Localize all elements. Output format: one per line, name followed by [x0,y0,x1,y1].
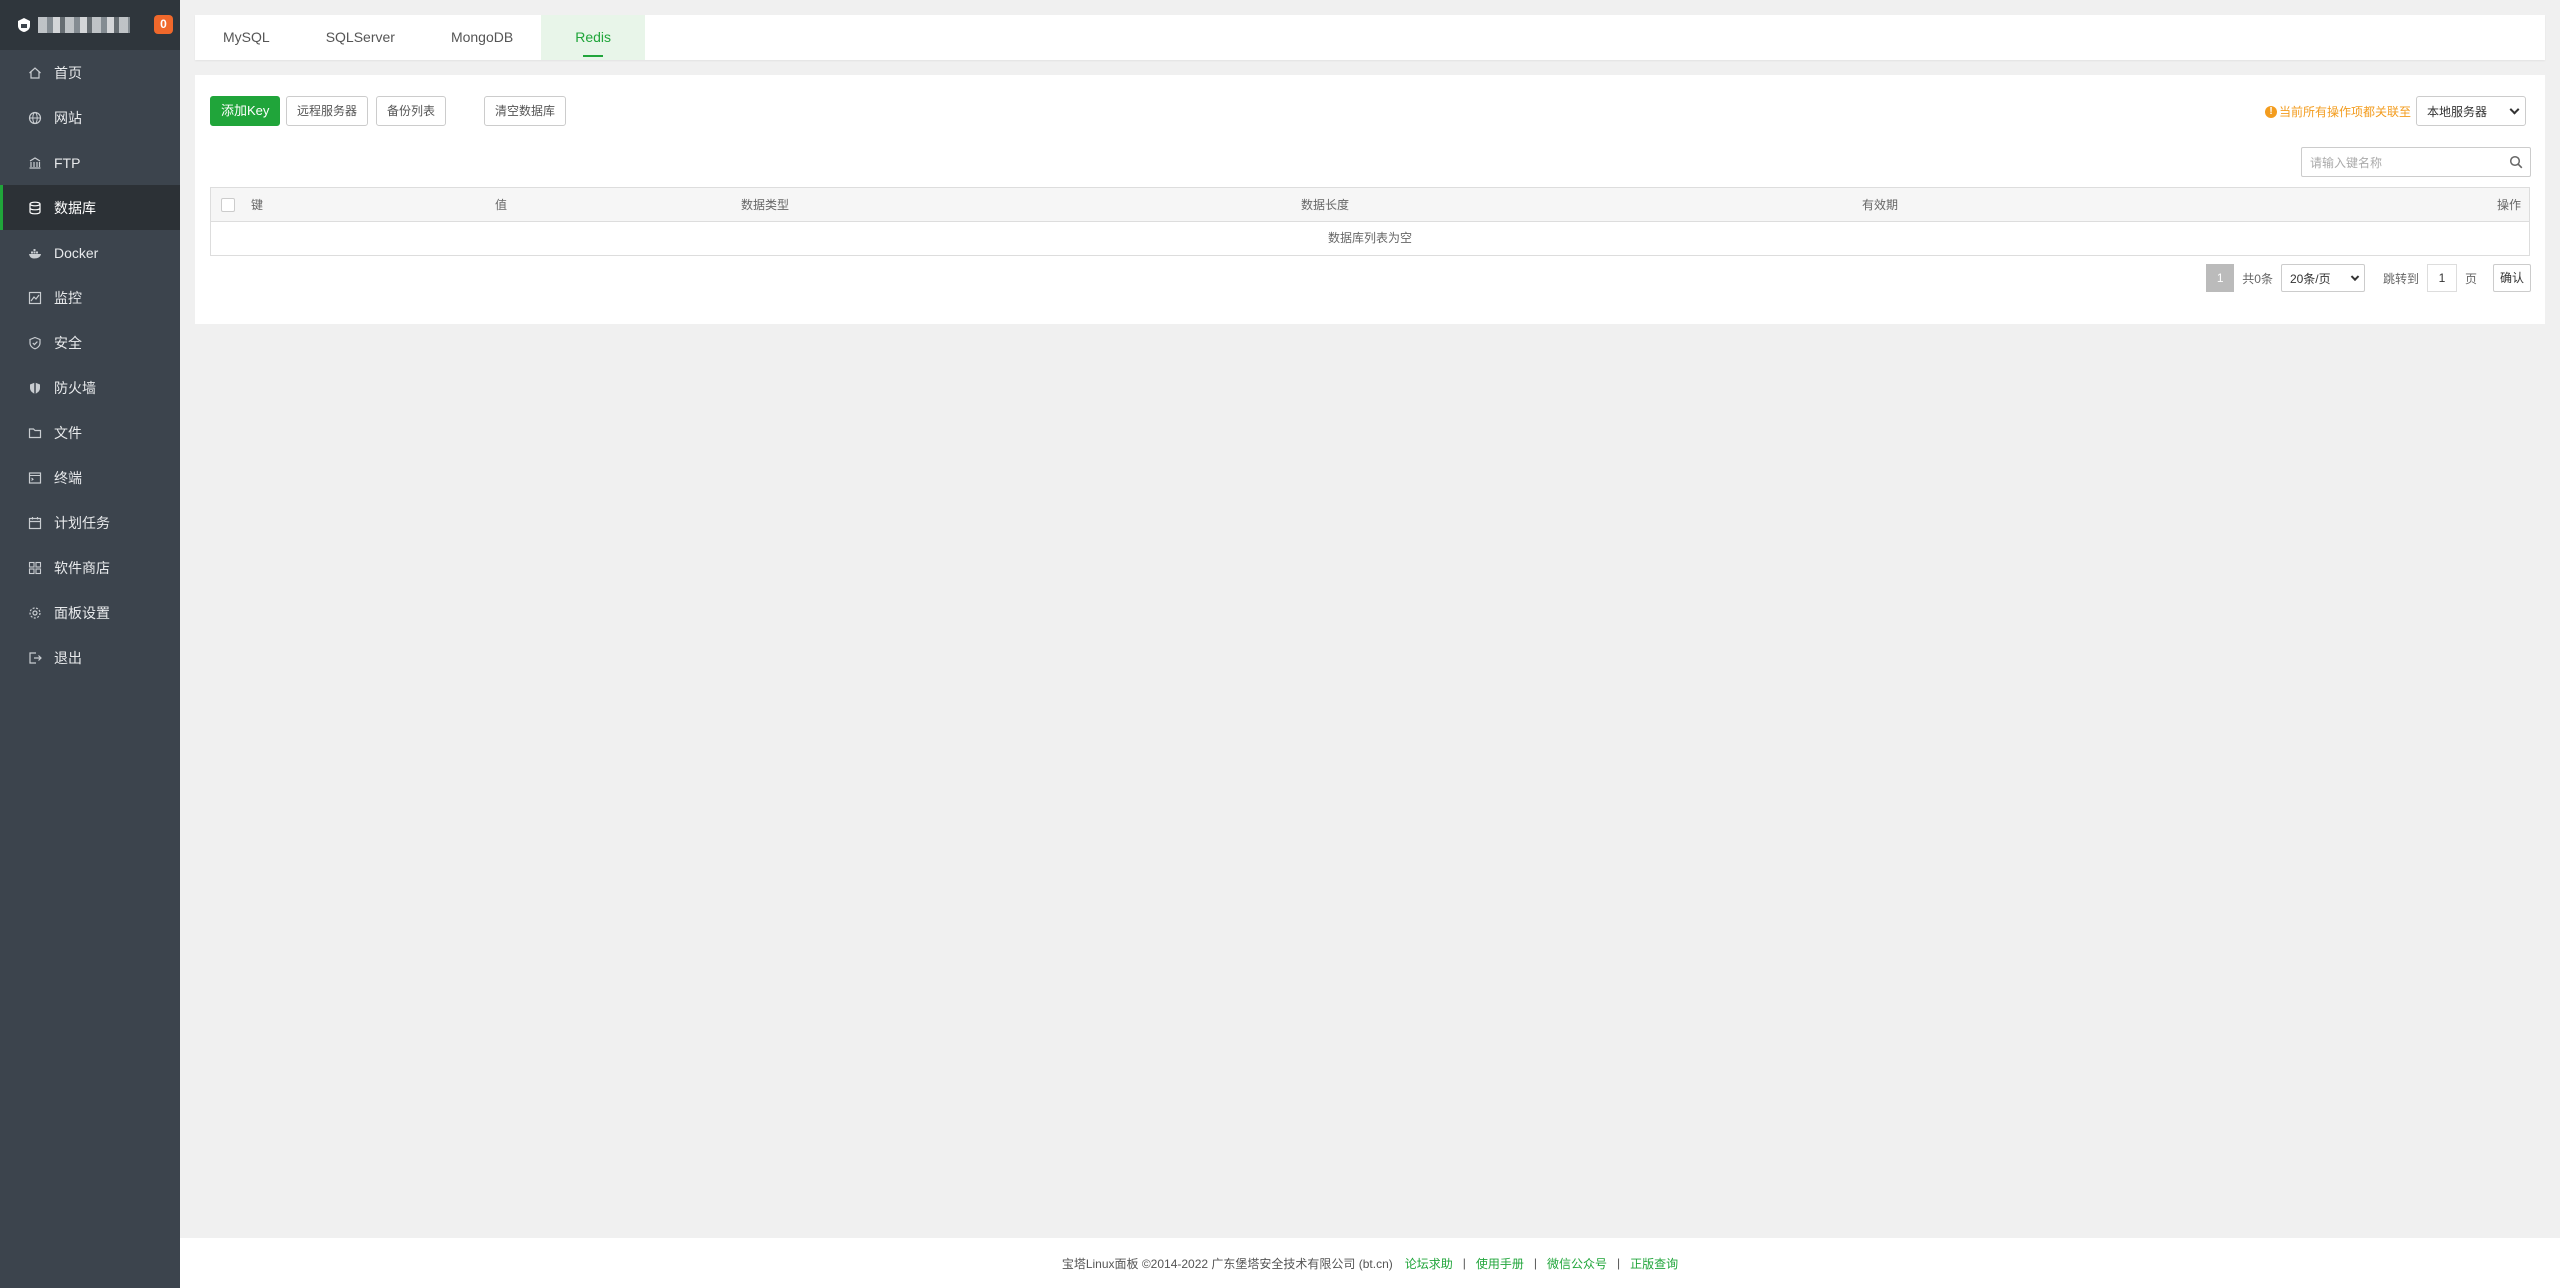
sidebar-item-label: 防火墙 [54,379,96,396]
add-key-button[interactable]: 添加Key [210,96,281,126]
per-page-value: 20条/页 [2289,271,2331,286]
sidebar-menu: 首页 网站 FTP 数据库 Docker 监控 安全 防火墙 文件 终端 计划任… [0,50,180,680]
home-icon [28,66,42,80]
column-ttl: 有效期 [1862,198,1899,212]
verify-link[interactable]: 正版查询 [1630,1255,1678,1272]
globe-icon [28,111,42,125]
sidebar-item-monitor[interactable]: 监控 [0,275,180,320]
forum-link[interactable]: 论坛求助 [1405,1255,1453,1272]
sidebar-item-label: 网站 [54,109,82,126]
divider: | [1617,1256,1621,1270]
sidebar: 0 首页 网站 FTP 数据库 Docker 监控 安全 防火墙 文件 终端 计… [0,0,180,1288]
per-page-select[interactable]: 20条/页 [2280,264,2365,292]
search-icon[interactable] [2509,155,2523,169]
sidebar-item-firewall[interactable]: 防火墙 [0,365,180,410]
sidebar-item-home[interactable]: 首页 [0,50,180,95]
sidebar-item-label: 计划任务 [54,514,110,531]
firewall-icon [28,381,42,395]
jump-confirm-button[interactable]: 确认 [2492,264,2531,292]
current-page[interactable]: 1 [2206,264,2235,292]
divider: | [1533,1256,1538,1270]
sidebar-item-label: 终端 [54,469,82,486]
docker-icon [28,246,42,260]
total-count: 共0条 [2242,271,2273,286]
terminal-icon [28,471,42,485]
sidebar-item-label: 监控 [54,289,82,306]
sidebar-item-files[interactable]: 文件 [0,410,180,455]
redis-panel: 添加Key 远程服务器 备份列表 清空数据库 ! 当前所有操作项都关联至 本地服… [195,75,2545,324]
sidebar-item-database[interactable]: 数据库 [0,185,180,230]
warning-text: 当前所有操作项都关联至 [2278,105,2411,119]
sidebar-header: 0 [0,0,180,50]
table-header: 键 值 数据类型 数据长度 有效期 操作 [211,188,2529,222]
page-unit: 页 [2464,271,2477,286]
chevron-down-icon [2350,272,2360,282]
logout-icon [28,651,42,665]
column-length: 数据长度 [1301,198,1350,212]
chevron-down-icon [2509,104,2520,115]
tab-sqlserver[interactable]: SQLServer [298,15,423,60]
sidebar-item-security[interactable]: 安全 [0,320,180,365]
info-icon: ! [2264,105,2277,118]
sidebar-item-label: 安全 [54,334,82,351]
server-warning: ! 当前所有操作项都关联至 [2264,103,2411,120]
sidebar-item-website[interactable]: 网站 [0,95,180,140]
server-select[interactable]: 本地服务器 [2416,96,2526,126]
wechat-link[interactable]: 微信公众号 [1547,1255,1607,1272]
tab-mongodb[interactable]: MongoDB [423,15,541,60]
sidebar-item-ftp[interactable]: FTP [0,140,180,185]
column-action: 操作 [2496,198,2521,212]
sidebar-item-label: Docker [54,244,99,261]
manual-link[interactable]: 使用手册 [1476,1255,1524,1272]
sidebar-item-label: 数据库 [54,199,96,216]
key-search-input[interactable]: 请输入键名称 [2301,147,2531,177]
logo-icon [18,18,30,32]
divider: | [1462,1256,1466,1270]
tab-redis[interactable]: Redis [541,15,645,60]
calendar-icon [28,516,42,530]
sidebar-item-label: 首页 [54,64,82,81]
jump-page-input[interactable]: 1 [2426,264,2457,292]
sidebar-item-label: 面板设置 [54,604,110,621]
sidebar-item-label: FTP [54,154,81,171]
sidebar-item-terminal[interactable]: 终端 [0,455,180,500]
sidebar-item-label: 文件 [54,424,82,441]
sidebar-item-label: 软件商店 [54,559,110,576]
empty-message: 数据库列表为空 [1327,231,1412,245]
redis-key-table: 键 值 数据类型 数据长度 有效期 操作 数据库列表为空 [210,187,2530,256]
copyright: 宝塔Linux面板 ©2014-2022 广东堡塔安全技术有限公司 (bt.cn… [1061,1256,1393,1271]
column-type: 数据类型 [741,198,790,212]
column-key: 键 [251,198,264,212]
search-placeholder: 请输入键名称 [2310,155,2383,170]
pagination: 1 共0条 20条/页 跳转到 1 页 确认 [2206,264,2531,292]
shield-icon [28,336,42,350]
clear-database-button[interactable]: 清空数据库 [484,96,567,126]
sidebar-item-cron[interactable]: 计划任务 [0,500,180,545]
jump-label: 跳转到 [2382,271,2419,286]
folder-icon [28,426,42,440]
hostname-pixelated [38,17,130,33]
backup-list-button[interactable]: 备份列表 [376,96,447,126]
gear-icon [28,606,42,620]
apps-icon [28,561,42,575]
sidebar-item-store[interactable]: 软件商店 [0,545,180,590]
sidebar-item-logout[interactable]: 退出 [0,635,180,680]
server-select-value: 本地服务器 [2427,104,2488,119]
ftp-icon [28,156,42,170]
sidebar-item-label: 退出 [54,649,82,666]
database-tabs: MySQL SQLServer MongoDB Redis [195,15,2545,60]
remote-server-button[interactable]: 远程服务器 [286,96,369,126]
tab-mysql[interactable]: MySQL [195,15,298,60]
sidebar-item-settings[interactable]: 面板设置 [0,590,180,635]
footer: 宝塔Linux面板 ©2014-2022 广东堡塔安全技术有限公司 (bt.cn… [180,1238,2560,1288]
select-all-checkbox[interactable] [221,198,235,212]
database-icon [28,201,42,215]
monitor-icon [28,291,42,305]
column-value: 值 [495,198,508,212]
notification-badge[interactable]: 0 [154,15,173,34]
sidebar-item-docker[interactable]: Docker [0,230,180,275]
